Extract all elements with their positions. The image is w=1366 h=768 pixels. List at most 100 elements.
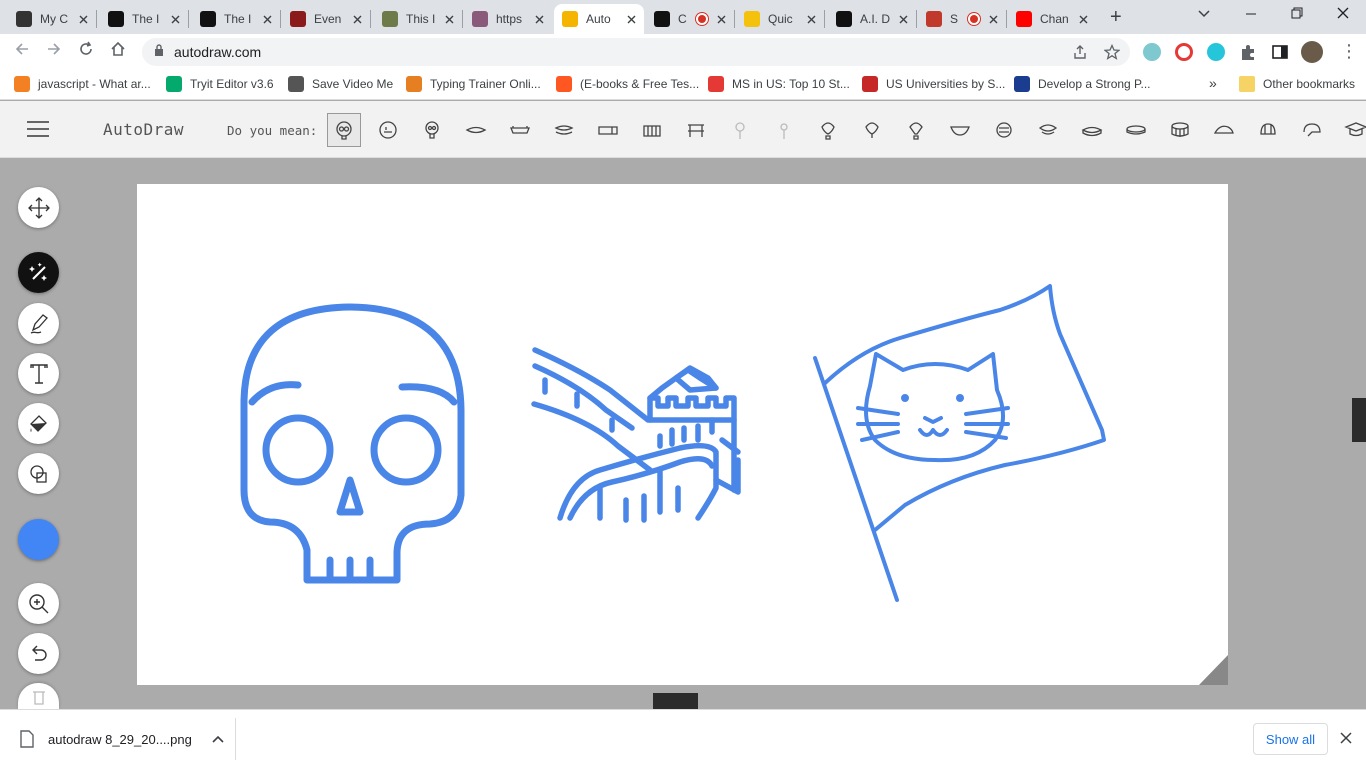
browser-tab[interactable]: The I [100,4,188,34]
drum-suggestion-icon[interactable] [1163,113,1197,147]
browser-tab[interactable]: https [464,4,552,34]
tray-suggestion-icon[interactable] [503,113,537,147]
undo-button[interactable] [18,633,59,674]
share-icon[interactable] [1072,44,1088,64]
close-tab-icon[interactable] [1079,11,1088,27]
helmet-alt-suggestion-icon[interactable] [1251,113,1285,147]
browser-tab[interactable]: Quic [736,4,824,34]
close-tab-icon[interactable] [807,11,816,27]
bookmarks-overflow[interactable]: » [1209,75,1217,91]
fill-tool-button[interactable] [18,403,59,444]
browser-tab[interactable]: S [918,4,1006,34]
minimize-icon[interactable] [1245,6,1257,24]
close-tab-icon[interactable] [989,11,998,27]
browser-tab[interactable]: The I [192,4,280,34]
browser-tab[interactable]: Even [282,4,370,34]
bookmark-item[interactable]: (E-books & Free Tes... [556,76,699,92]
close-tab-icon[interactable] [171,11,180,27]
radiator-suggestion-icon[interactable] [635,113,669,147]
color-picker-button[interactable] [18,519,59,560]
move-tool-button[interactable] [18,187,59,228]
helmet-suggestion-icon[interactable] [371,113,405,147]
close-tab-icon[interactable] [899,11,908,27]
zoom-button[interactable] [18,583,59,624]
close-tab-icon[interactable] [263,11,272,27]
close-window-icon[interactable] [1337,6,1349,24]
bookmark-item[interactable]: MS in US: Top 10 St... [708,76,850,92]
table-suggestion-icon[interactable] [679,113,713,147]
hotdog-suggestion-icon[interactable] [547,113,581,147]
bookmark-item[interactable]: US Universities by S... [862,76,1005,92]
new-tab-button[interactable]: + [1110,6,1122,29]
close-tab-icon[interactable] [535,11,544,27]
close-tab-icon[interactable] [717,11,726,27]
browser-tab[interactable]: Auto [554,4,644,34]
browser-tab[interactable]: Chan [1008,4,1096,34]
drawing-canvas[interactable] [137,184,1228,685]
right-panel-handle[interactable] [1352,398,1366,442]
browser-tab[interactable]: This I [374,4,462,34]
extension-1-icon[interactable] [1143,43,1161,61]
tab-strip: My C The I The I Even This I https Auto C Quic A.… [0,0,1366,34]
delete-button[interactable] [18,683,59,709]
graduation-cap-suggestion-icon[interactable] [1339,113,1366,147]
skull-alt-suggestion-icon[interactable] [415,113,449,147]
address-bar[interactable]: autodraw.com [142,38,1130,66]
balloon-suggestion-icon[interactable] [723,113,757,147]
type-tool-button[interactable] [18,353,59,394]
back-icon[interactable] [14,41,30,62]
star-icon[interactable] [1103,43,1121,64]
bus-suggestion-icon[interactable] [591,113,625,147]
speech-suggestion-icon[interactable] [1295,113,1329,147]
skull-drawing[interactable] [240,303,465,584]
extensions-puzzle-icon[interactable] [1239,43,1257,66]
bookmark-item[interactable]: Tryit Editor v3.6 [166,76,274,92]
burger-suggestion-icon[interactable] [1031,113,1065,147]
boat-suggestion-icon[interactable] [459,113,493,147]
forward-icon[interactable] [46,41,62,62]
autodraw-tool-button[interactable] [18,252,59,293]
bookmark-item[interactable]: Typing Trainer Onli... [406,76,541,92]
bottom-panel-handle[interactable] [653,693,698,709]
skull-suggestion-icon[interactable] [327,113,361,147]
side-panel-icon[interactable] [1271,43,1289,66]
close-tab-icon[interactable] [627,11,636,27]
browser-tab[interactable]: My C [8,4,96,34]
disc-suggestion-icon[interactable] [1119,113,1153,147]
ball-suggestion-icon[interactable] [987,113,1021,147]
bookmark-item[interactable]: Save Video Me [288,76,393,92]
tab-search-icon[interactable] [1197,6,1211,24]
parachute-suggestion-icon[interactable] [899,113,933,147]
great-wall-drawing[interactable] [531,347,741,523]
menu-kebab-icon[interactable]: ⋮ [1340,42,1358,60]
show-all-button[interactable]: Show all [1253,723,1328,755]
restore-icon[interactable] [1291,6,1303,24]
hot-air-balloon-alt-suggestion-icon[interactable] [855,113,889,147]
tab-title: This I [406,12,436,26]
close-tab-icon[interactable] [79,11,88,27]
cat-flag-drawing[interactable] [813,284,1106,602]
draw-tool-button[interactable] [18,303,59,344]
home-icon[interactable] [110,41,126,62]
reload-icon[interactable] [78,41,94,62]
profile-avatar[interactable] [1301,41,1323,63]
bookmark-item[interactable]: Develop a Strong P... [1014,76,1151,92]
chevron-up-icon[interactable] [212,735,224,743]
bowl-suggestion-icon[interactable] [943,113,977,147]
cap-suggestion-icon[interactable] [1207,113,1241,147]
extension-record-icon[interactable] [1175,43,1193,61]
hockey-puck-suggestion-icon[interactable] [1075,113,1109,147]
extension-3-icon[interactable] [1207,43,1225,61]
close-tab-icon[interactable] [353,11,362,27]
other-bookmarks[interactable]: Other bookmarks [1239,76,1355,92]
bookmark-item[interactable]: javascript - What ar... [14,76,151,92]
hot-air-balloon-suggestion-icon[interactable] [811,113,845,147]
shape-tool-button[interactable] [18,453,59,494]
hamburger-menu-icon[interactable] [27,121,49,139]
download-item[interactable]: autodraw 8_29_20....png [20,730,224,748]
browser-tab[interactable]: A.I. D [828,4,916,34]
close-download-bar-icon[interactable] [1340,728,1352,749]
browser-tab[interactable]: C [646,4,734,34]
close-tab-icon[interactable] [445,11,454,27]
balloon-alt-suggestion-icon[interactable] [767,113,801,147]
